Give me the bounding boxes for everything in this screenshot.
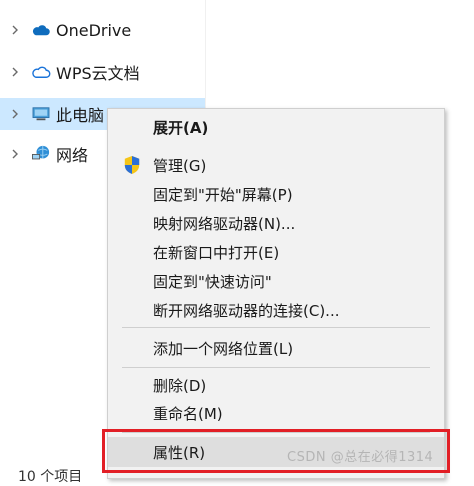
menu-item-manage[interactable]: 管理(G) xyxy=(108,151,444,179)
menu-item-label: 属性(R) xyxy=(153,443,206,462)
nav-label: 网络 xyxy=(56,146,89,165)
nav-label: WPS云文档 xyxy=(56,64,140,83)
menu-item-open-new-window[interactable]: 在新窗口中打开(E) xyxy=(108,238,444,266)
menu-item-label: 展开(A) xyxy=(153,118,209,137)
chevron-right-icon[interactable] xyxy=(8,107,22,121)
wps-cloud-icon xyxy=(30,61,52,83)
onedrive-cloud-icon xyxy=(30,19,52,41)
nav-item-onedrive[interactable]: OneDrive xyxy=(0,14,205,46)
menu-item-label: 映射网络驱动器(N)... xyxy=(153,214,296,233)
chevron-right-icon[interactable] xyxy=(8,65,22,79)
nav-label: OneDrive xyxy=(56,20,132,40)
shield-icon xyxy=(121,154,143,176)
menu-item-expand[interactable]: 展开(A) xyxy=(108,113,444,141)
nav-label: 此电脑 xyxy=(56,106,105,125)
network-icon xyxy=(30,143,52,165)
menu-item-disconnect-drive[interactable]: 断开网络驱动器的连接(C)... xyxy=(108,296,444,324)
menu-item-label: 添加一个网络位置(L) xyxy=(153,339,294,358)
menu-separator xyxy=(122,327,430,328)
context-menu: 展开(A) 管理(G) 固定到"开始"屏幕(P) 映射网络驱动器(N)... 在… xyxy=(107,108,445,479)
menu-separator xyxy=(122,432,430,433)
menu-item-label: 断开网络驱动器的连接(C)... xyxy=(153,301,340,320)
watermark: CSDN @总在必得1314 xyxy=(287,450,434,465)
chevron-right-icon[interactable] xyxy=(8,147,22,161)
menu-item-add-network-location[interactable]: 添加一个网络位置(L) xyxy=(108,334,444,362)
menu-item-label: 删除(D) xyxy=(153,376,207,395)
menu-item-label: 管理(G) xyxy=(153,156,207,175)
status-item-count: 10 个项目 xyxy=(18,469,83,485)
menu-item-label: 在新窗口中打开(E) xyxy=(153,243,280,262)
menu-item-delete[interactable]: 删除(D) xyxy=(108,371,444,399)
this-pc-icon xyxy=(30,103,52,125)
menu-item-label: 固定到"开始"屏幕(P) xyxy=(153,185,293,204)
menu-separator xyxy=(122,367,430,368)
chevron-right-icon[interactable] xyxy=(8,23,22,37)
menu-item-map-drive[interactable]: 映射网络驱动器(N)... xyxy=(108,209,444,237)
menu-item-pin-quick-access[interactable]: 固定到"快速访问" xyxy=(108,267,444,295)
menu-item-label: 固定到"快速访问" xyxy=(153,272,272,291)
menu-item-pin-start[interactable]: 固定到"开始"屏幕(P) xyxy=(108,180,444,208)
nav-item-wps-cloud[interactable]: WPS云文档 xyxy=(0,56,205,88)
menu-item-label: 重命名(M) xyxy=(153,404,223,423)
menu-item-rename[interactable]: 重命名(M) xyxy=(108,399,444,427)
